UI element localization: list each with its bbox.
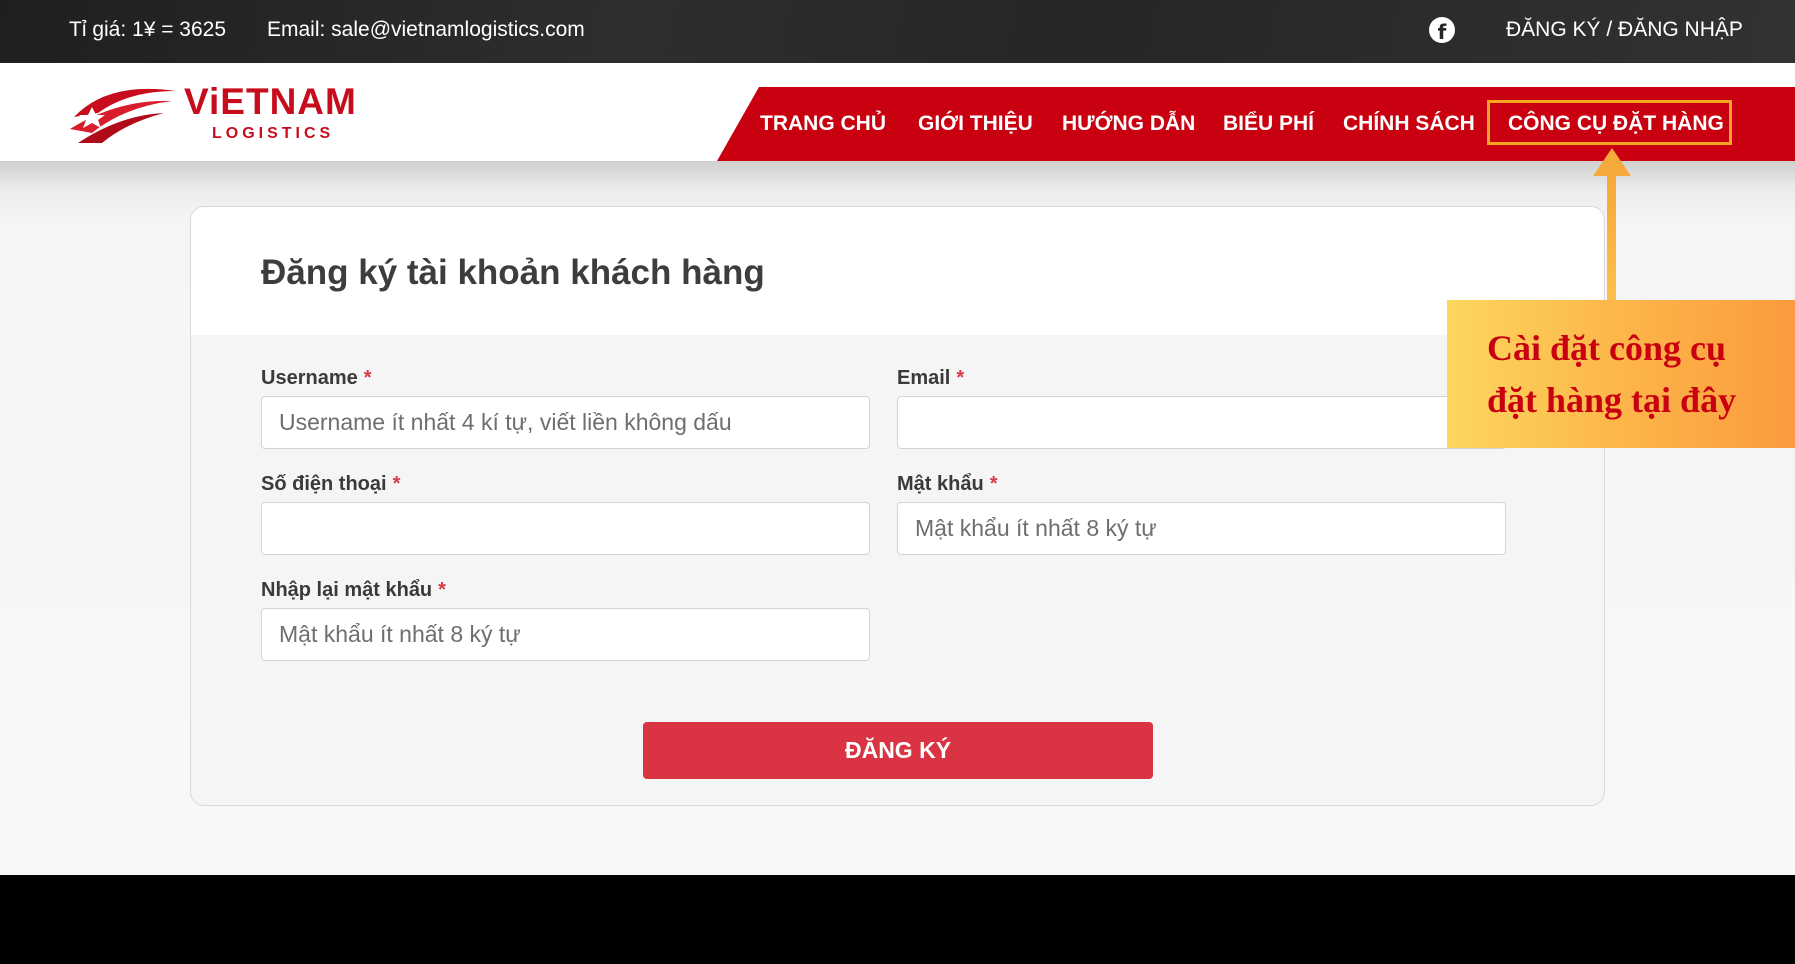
facebook-glyph: f: [1437, 20, 1447, 44]
register-button[interactable]: ĐĂNG KÝ: [643, 722, 1153, 779]
required-mark: *: [989, 473, 998, 495]
page-title: Đăng ký tài khoản khách hàng: [261, 253, 765, 292]
phone-label-text: Số điện thoại: [261, 473, 387, 495]
logo-title: ViETNAM: [184, 81, 357, 122]
confirm-password-label: Nhập lại mật khẩu *: [261, 579, 446, 602]
required-mark: *: [956, 367, 965, 389]
annotation-line-2: đặt hàng tại đây: [1487, 380, 1737, 420]
contact-email-link[interactable]: Email: sale@vietnamlogistics.com: [267, 17, 585, 43]
email-input[interactable]: [897, 396, 1506, 449]
username-input[interactable]: [261, 396, 870, 449]
required-mark: *: [363, 367, 372, 389]
nav-item-pricing[interactable]: BIỂU PHÍ: [1223, 111, 1314, 137]
registration-card: Đăng ký tài khoản khách hàng Username* E…: [190, 206, 1605, 806]
username-label-text: Username: [261, 367, 358, 389]
required-mark: *: [392, 473, 401, 495]
annotation-line-1: Cài đặt công cụ: [1487, 328, 1727, 368]
password-label-text: Mật khẩu: [897, 473, 984, 495]
register-login-link[interactable]: ĐĂNG KÝ / ĐĂNG NHẬP: [1506, 17, 1743, 43]
facebook-icon[interactable]: f: [1429, 17, 1455, 44]
exchange-rate-text: Tỉ giá: 1¥ = 3625: [69, 18, 227, 41]
logo-mark-icon: [70, 88, 176, 143]
logo-subtitle: LOGISTICS: [212, 125, 335, 142]
confirm-password-input[interactable]: [261, 608, 870, 661]
required-mark: *: [438, 579, 446, 601]
email-label-text: Email: [897, 367, 951, 389]
annotation-text: Cài đặt công cụ đặt hàng tại đây: [1487, 322, 1787, 426]
phone-label: Số điện thoại *: [261, 473, 400, 496]
confirm-password-label-text: Nhập lại mật khẩu: [261, 579, 433, 601]
phone-input[interactable]: [261, 502, 870, 555]
card-header: Đăng ký tài khoản khách hàng: [191, 207, 1604, 335]
top-bar: Tỉ giá: 1¥ = 3625 Email: sale@vietnamlog…: [0, 0, 1795, 63]
callout-arrow-shaft: [1607, 170, 1616, 302]
username-label: Username *: [261, 367, 372, 390]
footer-band: [0, 875, 1795, 964]
annotation-callout: Cài đặt công cụ đặt hàng tại đây: [1447, 300, 1795, 448]
password-label: Mật khẩu *: [897, 473, 997, 496]
nav-item-home[interactable]: TRANG CHỦ: [760, 111, 886, 137]
arrow-up-icon: [1593, 148, 1631, 176]
order-tool-highlight-box: [1487, 100, 1732, 145]
brand-logo[interactable]: ViETNAM LOGISTICS: [68, 77, 368, 147]
nav-item-guide[interactable]: HƯỚNG DẪN: [1062, 111, 1195, 137]
email-label: Email *: [897, 367, 964, 390]
nav-item-policy[interactable]: CHÍNH SÁCH: [1343, 111, 1475, 137]
nav-item-about[interactable]: GIỚI THIỆU: [918, 111, 1033, 137]
password-input[interactable]: [897, 502, 1506, 555]
